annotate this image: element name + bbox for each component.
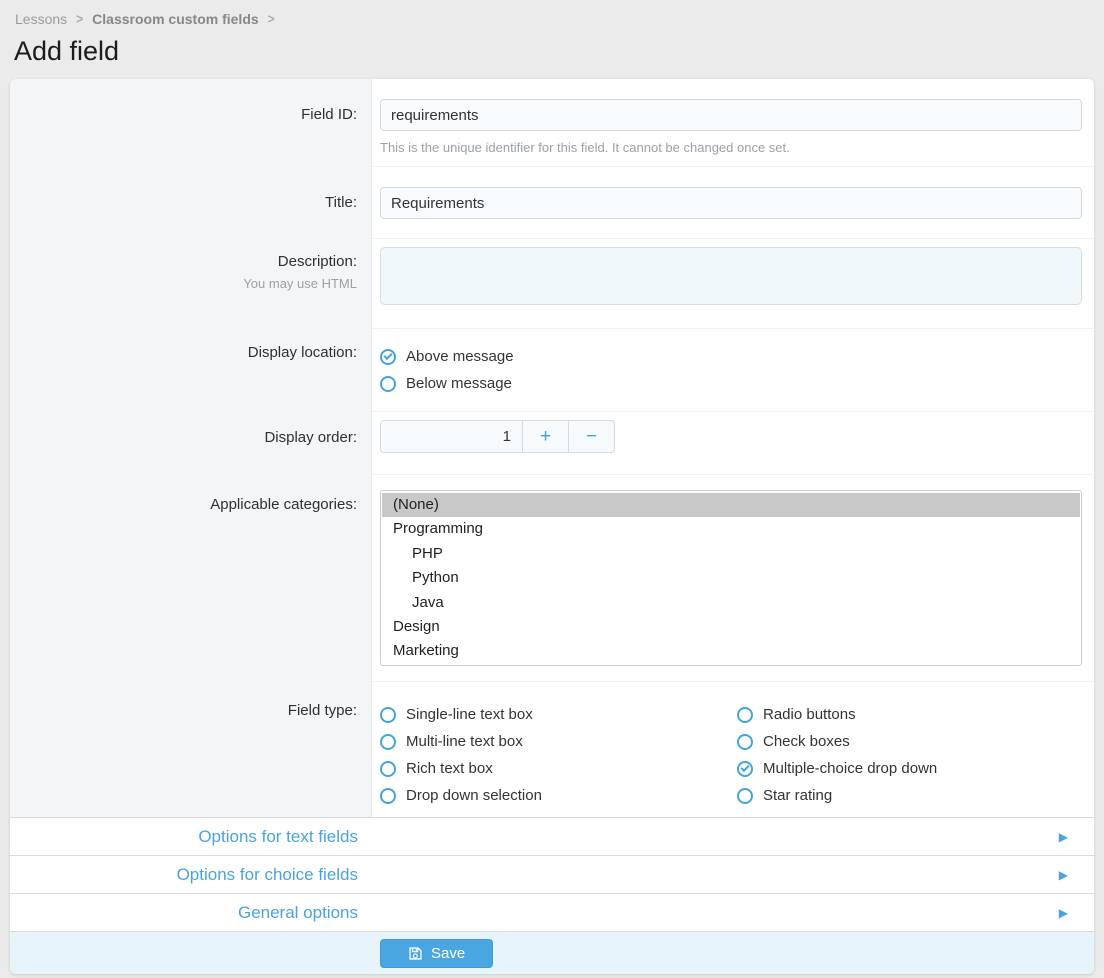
display-order-row: Display order: + − <box>10 412 1094 475</box>
expand-arrow-icon: ▶ <box>1059 906 1068 920</box>
increment-button[interactable]: + <box>522 420 569 453</box>
breadcrumb-classroom-custom-fields[interactable]: Classroom custom fields <box>92 11 259 27</box>
radio-below-message[interactable]: Below message <box>380 370 1082 397</box>
expand-arrow-icon: ▶ <box>1059 830 1068 844</box>
description-sublabel: You may use HTML <box>10 276 357 291</box>
radio-drop-down-label: Drop down selection <box>406 787 542 804</box>
radio-above-message-label: Above message <box>406 348 514 365</box>
radio-check-boxes[interactable]: Check boxes <box>737 728 1082 755</box>
chevron-right-icon: > <box>76 11 83 27</box>
radio-star-rating[interactable]: Star rating <box>737 782 1082 809</box>
radio-unchecked-icon <box>737 707 753 723</box>
radio-single-line-text-box[interactable]: Single-line text box <box>380 701 737 728</box>
radio-unchecked-icon <box>737 788 753 804</box>
field-type-label: Field type: <box>10 682 372 817</box>
save-button[interactable]: Save <box>380 939 493 968</box>
decrement-button[interactable]: − <box>568 420 615 453</box>
radio-multiple-choice-label: Multiple-choice drop down <box>763 760 937 777</box>
page-title: Add field <box>14 36 1104 67</box>
radio-drop-down-selection[interactable]: Drop down selection <box>380 782 737 809</box>
section-general-options-label: General options <box>10 903 372 923</box>
list-item-java[interactable]: Java <box>382 591 1080 615</box>
radio-above-message[interactable]: Above message <box>380 343 1082 370</box>
radio-rich-text-box[interactable]: Rich text box <box>380 755 737 782</box>
radio-radio-buttons[interactable]: Radio buttons <box>737 701 1082 728</box>
display-order-input[interactable] <box>380 420 523 453</box>
save-button-label: Save <box>431 945 465 962</box>
radio-unchecked-icon <box>380 788 396 804</box>
radio-check-boxes-label: Check boxes <box>763 733 850 750</box>
field-type-row: Field type: Single-line text box Multi-l… <box>10 682 1094 817</box>
categories-listbox: (None) Programming PHP Python Java Desig… <box>380 490 1082 666</box>
expand-arrow-icon: ▶ <box>1059 868 1068 882</box>
radio-multi-line-label: Multi-line text box <box>406 733 523 750</box>
description-textarea[interactable] <box>380 247 1082 305</box>
radio-checked-icon <box>737 761 753 777</box>
display-location-row: Display location: Above message Below me… <box>10 329 1094 412</box>
display-order-label: Display order: <box>10 412 372 475</box>
applicable-categories-row: Applicable categories: (None) Programmin… <box>10 475 1094 682</box>
section-options-for-text-fields-label: Options for text fields <box>10 827 372 847</box>
field-id-input[interactable] <box>380 99 1082 131</box>
radio-single-line-label: Single-line text box <box>406 706 533 723</box>
list-item-design[interactable]: Design <box>382 615 1080 639</box>
radio-unchecked-icon <box>380 707 396 723</box>
section-options-for-choice-fields-label: Options for choice fields <box>10 865 372 885</box>
description-label: Description: <box>10 253 357 270</box>
radio-multiple-choice-drop-down[interactable]: Multiple-choice drop down <box>737 755 1082 782</box>
radio-star-rating-label: Star rating <box>763 787 832 804</box>
section-options-for-choice-fields[interactable]: Options for choice fields ▶ <box>10 855 1094 893</box>
breadcrumb-lessons[interactable]: Lessons <box>15 11 67 27</box>
field-id-help-text: This is the unique identifier for this f… <box>380 140 1082 155</box>
form-footer: Save <box>10 931 1094 974</box>
chevron-right-icon: > <box>268 11 275 27</box>
title-input[interactable] <box>380 187 1082 219</box>
radio-checked-icon <box>380 349 396 365</box>
list-item-python[interactable]: Python <box>382 566 1080 590</box>
list-item-php[interactable]: PHP <box>382 542 1080 566</box>
field-id-label: Field ID: <box>10 79 372 167</box>
description-row: Description: You may use HTML <box>10 239 1094 329</box>
breadcrumb: Lessons > Classroom custom fields > <box>0 0 1104 27</box>
list-item-none[interactable]: (None) <box>382 493 1080 517</box>
radio-unchecked-icon <box>380 761 396 777</box>
display-location-label: Display location: <box>10 329 372 412</box>
title-row: Title: <box>10 167 1094 239</box>
list-item-programming[interactable]: Programming <box>382 517 1080 541</box>
add-field-form: Field ID: This is the unique identifier … <box>10 79 1094 974</box>
list-item-marketing[interactable]: Marketing <box>382 639 1080 663</box>
section-general-options[interactable]: General options ▶ <box>10 893 1094 931</box>
title-label: Title: <box>10 167 372 239</box>
radio-radio-buttons-label: Radio buttons <box>763 706 856 723</box>
applicable-categories-label: Applicable categories: <box>10 475 372 682</box>
section-options-for-text-fields[interactable]: Options for text fields ▶ <box>10 817 1094 855</box>
display-order-stepper: + − <box>380 420 1082 453</box>
radio-below-message-label: Below message <box>406 375 512 392</box>
radio-rich-text-label: Rich text box <box>406 760 493 777</box>
field-id-row: Field ID: This is the unique identifier … <box>10 79 1094 167</box>
radio-unchecked-icon <box>380 376 396 392</box>
radio-multi-line-text-box[interactable]: Multi-line text box <box>380 728 737 755</box>
radio-unchecked-icon <box>737 734 753 750</box>
radio-unchecked-icon <box>380 734 396 750</box>
save-icon <box>408 946 423 961</box>
